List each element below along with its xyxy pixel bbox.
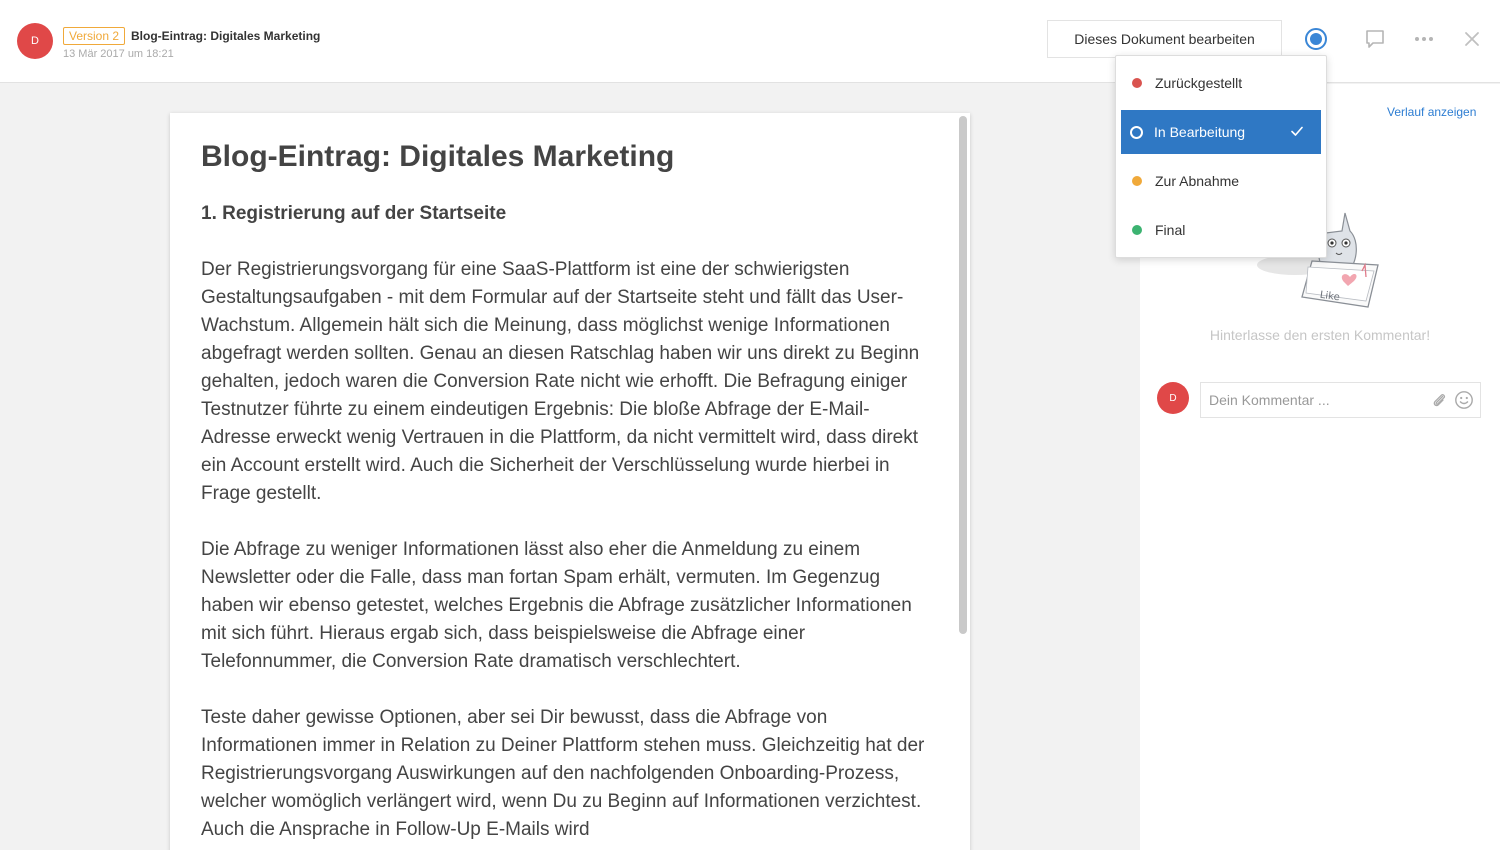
user-avatar[interactable]: D [17,23,53,59]
show-history-link[interactable]: Verlauf anzeigen [1387,105,1476,119]
status-option-zurueckgestellt[interactable]: Zurückgestellt [1121,61,1321,105]
status-dot-icon [1132,225,1142,235]
paragraph: Teste daher gewisse Optionen, aber sei D… [201,707,925,840]
emoji-icon[interactable] [1454,390,1474,410]
document-content: Blog-Eintrag: Digitales Marketing 1. Reg… [201,140,931,844]
comment-input[interactable] [1209,383,1419,417]
status-option-zur-abnahme[interactable]: Zur Abnahme [1121,159,1321,203]
status-dot-icon[interactable] [1305,28,1327,50]
status-option-label: Final [1155,222,1186,238]
status-option-label: In Bearbeitung [1154,124,1246,140]
status-option-final[interactable]: Final [1121,208,1321,252]
document-timestamp: 13 Mär 2017 um 18:21 [63,48,174,60]
empty-comments-message: Hinterlasse den ersten Kommentar! [1209,327,1431,343]
status-dot-icon [1132,176,1142,186]
comment-icon[interactable] [1362,26,1388,52]
status-option-label: Zur Abnahme [1155,173,1240,189]
checkmark-icon [1291,126,1303,136]
version-badge[interactable]: Version 2 [63,27,126,45]
section-heading: 1. Registrierung auf der Startseite [201,203,507,224]
comment-box [1200,382,1481,418]
status-option-label: Zurückgestellt [1155,75,1243,91]
edit-document-button[interactable]: Dieses Dokument bearbeiten [1047,20,1282,58]
document-card: Blog-Eintrag: Digitales Marketing 1. Reg… [170,113,970,850]
status-option-in-bearbeitung[interactable]: In Bearbeitung [1121,110,1321,154]
document-title: Blog-Eintrag: Digitales Marketing [201,140,675,173]
close-icon[interactable] [1459,26,1485,52]
paragraph: Die Abfrage zu weniger Informationen läs… [201,539,912,672]
illustration-text: Like [1319,290,1340,304]
header-document-title: Blog-Eintrag: Digitales Marketing [131,29,321,43]
status-menu: Zurückgestellt In Bearbeitung Zur Abnahm… [1115,55,1327,258]
attach-icon[interactable] [1430,391,1448,409]
paragraph: Der Registrierungsvorgang für eine SaaS-… [201,259,920,504]
commenter-avatar: D [1157,382,1189,414]
status-ring-icon [1130,125,1143,139]
more-icon[interactable] [1411,26,1437,52]
status-dot-icon [1132,78,1142,88]
document-scrollbar[interactable] [959,116,967,634]
